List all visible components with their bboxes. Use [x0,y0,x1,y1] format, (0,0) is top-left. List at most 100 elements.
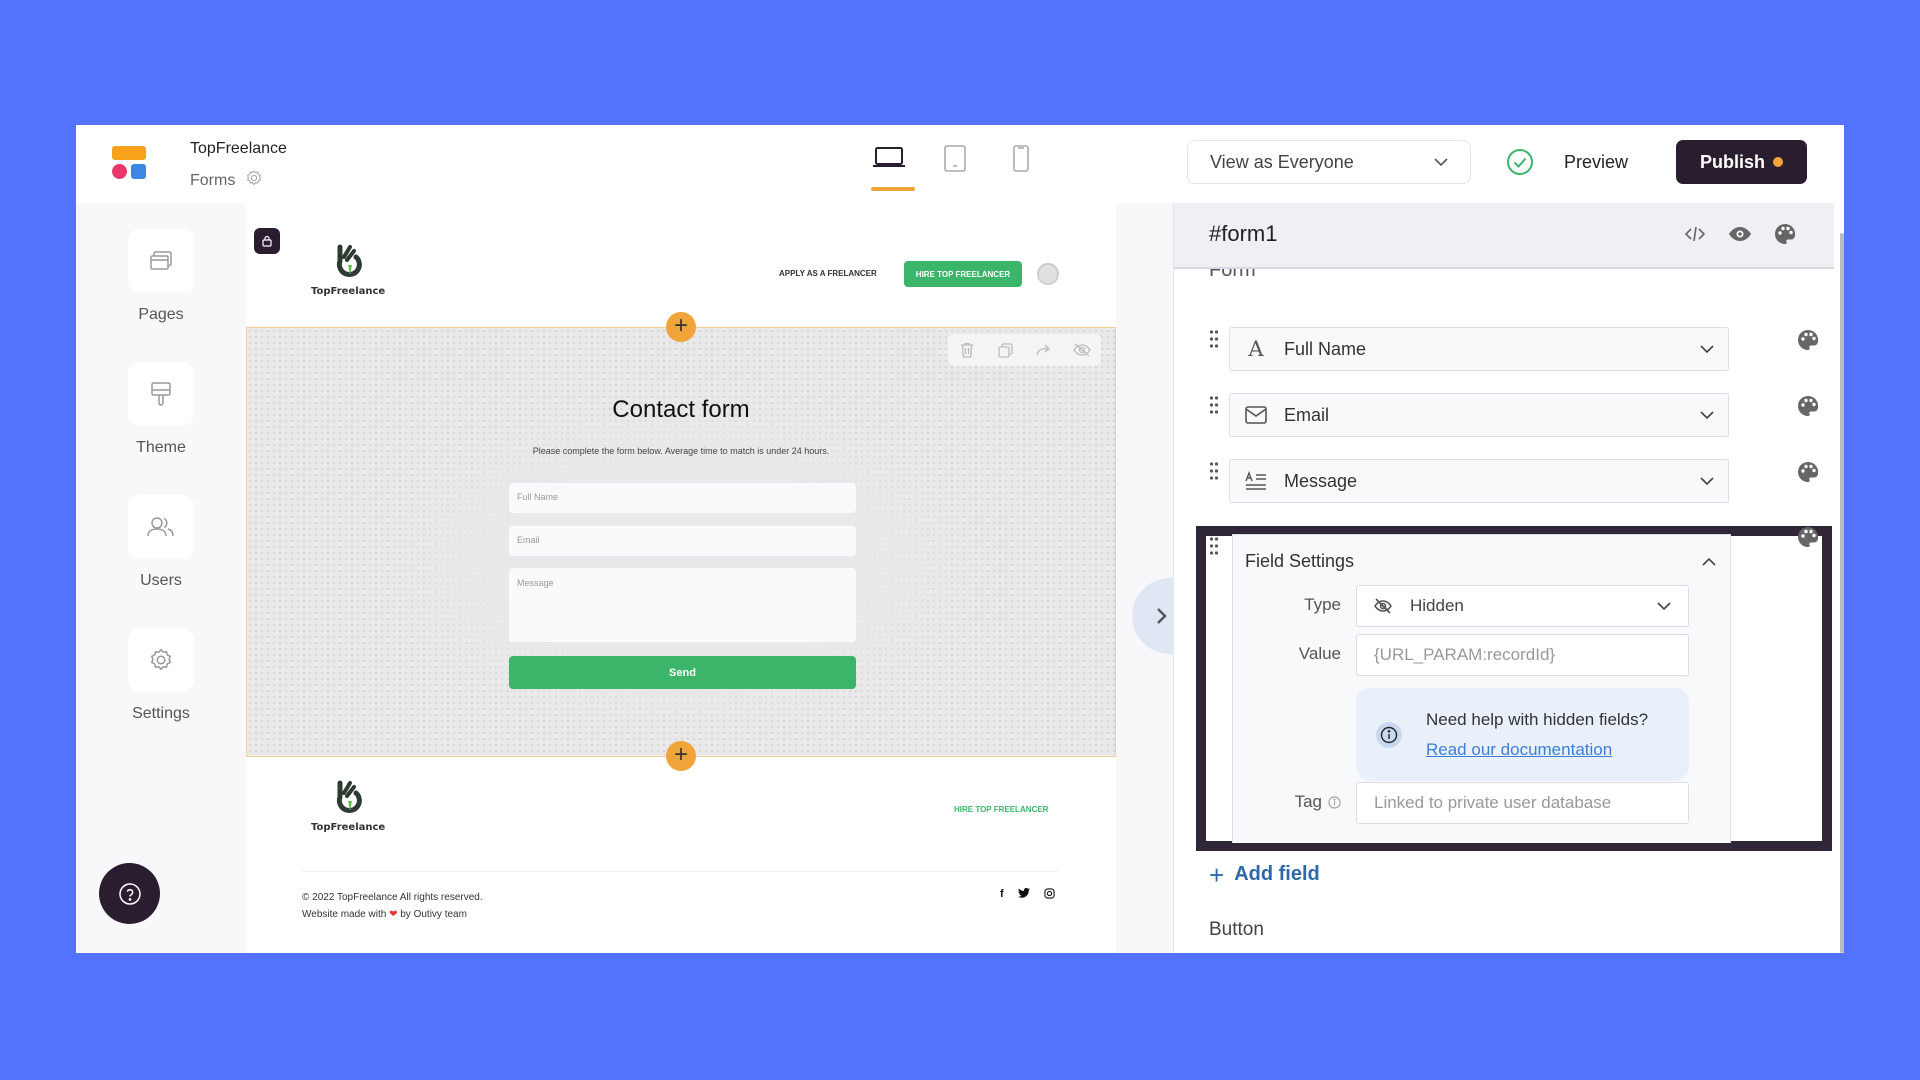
publish-label: Publish [1699,151,1765,172]
message-textarea[interactable]: Message [509,568,856,642]
field-label: Email [1284,404,1330,425]
value-input[interactable]: {URL_PARAM:recordId} [1356,634,1689,676]
hide-icon[interactable] [1067,343,1097,357]
help-button[interactable] [99,863,160,924]
lock-button[interactable] [254,228,280,254]
drag-handle-icon[interactable] [1209,329,1219,354]
ok-hand-logo-icon [337,244,362,277]
app-logo[interactable] [112,146,148,182]
duplicate-icon[interactable] [990,342,1020,358]
user-avatar[interactable] [1037,263,1059,285]
full-name-input[interactable]: Full Name [509,483,856,513]
panel-scrollbar[interactable] [1840,233,1844,953]
field-message[interactable]: Message [1229,459,1729,503]
field-label: Full Name [1284,338,1367,359]
made-with-text: Website made with ❤ by Outivy team [302,909,467,920]
device-tabs [856,139,1054,191]
tab-desktop[interactable] [856,139,922,191]
info-icon [1376,722,1402,748]
chevron-down-icon [1700,476,1714,485]
delete-icon[interactable] [952,342,982,358]
editor-canvas: TopFreelance APPLY AS A FRELANCER HIRE T… [246,203,1192,953]
copyright-text: © 2022 TopFreelance All rights reserved. [302,892,483,903]
sidebar-item-users[interactable]: Users [96,495,226,590]
facebook-icon[interactable]: f [1000,888,1004,902]
twitter-icon[interactable] [1017,887,1030,902]
add-section-bottom-button[interactable]: + [666,741,696,771]
documentation-link[interactable]: Read our documentation [1426,740,1612,760]
field-settings-title: Field Settings [1245,551,1355,571]
tab-tablet[interactable] [922,139,988,191]
site-preview: TopFreelance APPLY AS A FRELANCER HIRE T… [246,203,1116,953]
form-title: Contact form [612,396,750,423]
palette-icon[interactable] [1797,329,1819,356]
social-links: f [1000,887,1055,902]
field-full-name[interactable]: A Full Name [1229,327,1729,371]
heart-icon: ❤ [389,909,398,920]
preview-button[interactable]: Preview [1506,140,1628,184]
sidebar-item-pages[interactable]: Pages [96,229,226,324]
unpublished-indicator [1773,157,1783,167]
instagram-icon[interactable] [1044,888,1055,902]
drag-handle-icon[interactable] [1209,536,1219,561]
panel-header: #form1 [1174,203,1834,269]
info-icon[interactable] [1328,795,1341,809]
sidebar-item-theme[interactable]: Theme [96,362,226,457]
send-button[interactable]: Send [509,656,856,689]
section-settings-icon[interactable] [245,169,263,192]
type-value: Hidden [1410,596,1464,615]
palette-icon[interactable] [1774,223,1796,245]
view-as-value: View as Everyone [1210,151,1354,172]
email-input[interactable]: Email [509,526,856,556]
publish-button[interactable]: Publish [1676,140,1807,184]
tag-input[interactable]: Linked to private user database [1356,782,1689,824]
section-label: Forms [190,171,236,189]
panel-title: #form1 [1209,221,1278,246]
add-field-label: Add field [1234,863,1320,885]
field-email[interactable]: Email [1229,393,1729,437]
field-row-email: Email [1209,393,1819,439]
contact-form-section[interactable]: Contact form Please complete the form be… [246,327,1116,757]
redo-icon[interactable] [1029,344,1059,356]
tablet-icon [944,145,966,172]
field-row-full-name: A Full Name [1209,327,1819,373]
view-as-select[interactable]: View as Everyone [1187,140,1471,184]
add-field-button[interactable]: + Add field [1209,862,1320,888]
footer-hire-link[interactable]: HIRE TOP FREELANCER [954,805,1048,814]
sidebar-label: Pages [138,306,184,323]
check-circle-icon [1507,149,1533,175]
sidebar-label: Settings [132,705,190,722]
tab-mobile[interactable] [988,139,1054,191]
code-icon[interactable] [1684,223,1706,245]
drag-handle-icon[interactable] [1209,461,1219,486]
type-select[interactable]: Hidden [1356,585,1689,627]
section-toolbar [948,334,1101,366]
footer-logo[interactable]: TopFreelance [311,779,385,833]
palette-icon[interactable] [1797,395,1819,422]
nav-apply-link[interactable]: APPLY AS A FRELANCER [779,269,877,278]
app-title: TopFreelance [190,140,287,157]
lock-icon [262,235,272,247]
field-settings-card: Field Settings Type Hidden Value {URL_PA… [1232,534,1731,843]
field-label: Message [1284,470,1358,491]
form-description: Please complete the form below. Average … [532,446,830,456]
preview-label: Preview [1564,151,1629,172]
value-label: Value [1298,644,1341,663]
textarea-icon [1244,471,1268,491]
question-circle-icon [118,882,141,905]
sidebar-item-settings[interactable]: Settings [96,628,226,723]
sidebar: Pages Theme Users Settings [76,203,246,953]
properties-panel: #form1 Form A Full Name Email Message Fi… [1173,203,1844,953]
chevron-up-icon[interactable] [1702,553,1716,571]
type-label: Type [1304,595,1341,614]
button-section-label: Button [1209,919,1264,940]
eye-icon[interactable] [1728,223,1752,245]
palette-icon[interactable] [1797,526,1819,553]
sidebar-label: Theme [136,439,186,456]
add-section-top-button[interactable]: + [666,312,696,342]
eye-slash-icon [1374,598,1392,614]
drag-handle-icon[interactable] [1209,395,1219,420]
hire-button[interactable]: HIRE TOP FREELANCER [904,261,1022,287]
site-logo[interactable]: TopFreelance [311,243,385,297]
palette-icon[interactable] [1797,461,1819,488]
